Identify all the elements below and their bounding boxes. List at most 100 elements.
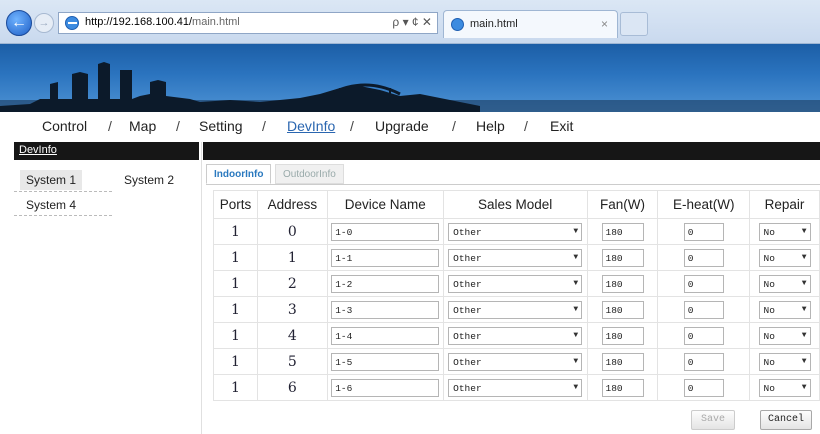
device-name-input[interactable]: 1-4 <box>331 326 440 345</box>
menu-separator: / <box>452 118 456 134</box>
fan-input[interactable]: 180 <box>601 378 644 397</box>
fan-input[interactable]: 180 <box>601 326 644 345</box>
repair-select[interactable]: No ▼ <box>758 274 811 293</box>
device-name-cell: 1-3 <box>326 296 444 323</box>
sales-model-select[interactable]: Other ▼ <box>448 248 583 267</box>
repair-select[interactable]: No ▼ <box>758 326 811 345</box>
forward-arrow-icon[interactable]: → <box>34 13 54 33</box>
repair-cell: No ▼ <box>749 296 820 323</box>
menu-help[interactable]: Help <box>476 118 505 134</box>
main-title-bar <box>203 142 820 160</box>
tab-indoorinfo[interactable]: IndoorInfo <box>206 164 272 184</box>
chevron-down-icon: ▼ <box>573 278 579 288</box>
chevron-down-icon: ▼ <box>573 330 579 340</box>
chevron-down-icon: ▼ <box>801 304 807 314</box>
repair-select[interactable]: No ▼ <box>758 378 811 397</box>
fan-cell: 180 <box>586 270 659 297</box>
eheat-input[interactable]: 0 <box>683 326 724 345</box>
panel-divider <box>201 142 202 434</box>
search-refresh-stop-icons[interactable]: ρ ▾ ¢ ✕ <box>392 15 432 29</box>
eheat-input[interactable]: 0 <box>683 248 724 267</box>
device-name-input[interactable]: 1-2 <box>331 274 440 293</box>
fan-cell: 180 <box>586 322 659 349</box>
device-name-cell: 1-5 <box>326 348 444 375</box>
fan-input[interactable]: 180 <box>601 300 644 319</box>
sales-model-cell: Other ▼ <box>442 218 588 245</box>
fan-input[interactable]: 180 <box>601 352 644 371</box>
device-name-input[interactable]: 1-1 <box>331 248 440 267</box>
port-value: 1 <box>230 223 240 240</box>
repair-value: No <box>763 356 775 368</box>
device-name-input[interactable]: 1-3 <box>331 300 440 319</box>
sales-model-select[interactable]: Other ▼ <box>448 378 583 397</box>
menu-control[interactable]: Control <box>42 118 87 134</box>
sales-model-cell: Other ▼ <box>442 270 588 297</box>
tab-outdoorinfo[interactable]: OutdoorInfo <box>275 164 344 184</box>
table-header-row: Ports Address Device Name Sales Model Fa… <box>213 190 820 219</box>
table-row: 1 4 1-4 Other ▼ 180 0 No ▼ <box>213 322 820 349</box>
sales-model-value: Other <box>453 226 482 238</box>
eheat-cell: 0 <box>657 374 751 401</box>
fan-cell: 180 <box>586 348 659 375</box>
eheat-input[interactable]: 0 <box>683 378 724 397</box>
repair-select[interactable]: No ▼ <box>758 300 811 319</box>
device-name-input[interactable]: 1-5 <box>331 352 440 371</box>
cancel-button[interactable]: Cancel <box>760 410 812 430</box>
tab-close-icon[interactable]: × <box>601 17 608 31</box>
address-value: 4 <box>287 327 297 344</box>
sales-model-select[interactable]: Other ▼ <box>448 222 583 241</box>
chevron-down-icon: ▼ <box>801 330 807 340</box>
sales-model-select[interactable]: Other ▼ <box>448 274 583 293</box>
header-banner <box>0 44 820 112</box>
fan-input[interactable]: 180 <box>601 248 644 267</box>
port-cell: 1 <box>213 348 258 375</box>
port-value: 1 <box>230 301 240 318</box>
chevron-down-icon: ▼ <box>573 304 579 314</box>
sales-model-cell: Other ▼ <box>442 322 588 349</box>
repair-select[interactable]: No ▼ <box>758 222 811 241</box>
header-fan: Fan(W) <box>586 190 659 219</box>
table-row: 1 0 1-0 Other ▼ 180 0 No ▼ <box>213 218 820 245</box>
sales-model-select[interactable]: Other ▼ <box>448 300 583 319</box>
header-eheat: E-heat(W) <box>657 190 751 219</box>
menu-exit[interactable]: Exit <box>550 118 573 134</box>
sidebar-item-system-1[interactable]: System 1 <box>20 170 83 190</box>
device-name-cell: 1-0 <box>326 218 444 245</box>
sidebar-item-system-4[interactable]: System 4 <box>20 195 82 215</box>
header-address: Address <box>256 190 328 219</box>
device-name-cell: 1-1 <box>326 244 444 271</box>
menu-setting[interactable]: Setting <box>199 118 243 134</box>
eheat-input[interactable]: 0 <box>683 300 724 319</box>
address-bar[interactable]: http://192.168.100.41/main.html ρ ▾ ¢ ✕ <box>58 12 438 34</box>
menu-upgrade[interactable]: Upgrade <box>375 118 429 134</box>
eheat-input[interactable]: 0 <box>683 222 724 241</box>
sales-model-select[interactable]: Other ▼ <box>448 326 583 345</box>
port-cell: 1 <box>213 244 258 271</box>
sales-model-select[interactable]: Other ▼ <box>448 352 583 371</box>
indoor-device-table: Ports Address Device Name Sales Model Fa… <box>213 190 820 401</box>
browser-tab[interactable]: main.html × <box>443 10 618 38</box>
fan-input[interactable]: 180 <box>601 222 644 241</box>
repair-select[interactable]: No ▼ <box>758 248 811 267</box>
repair-cell: No ▼ <box>749 374 820 401</box>
device-name-input[interactable]: 1-0 <box>331 222 440 241</box>
sidebar-item-system-2[interactable]: System 2 <box>118 170 180 190</box>
chevron-down-icon: ▼ <box>801 356 807 366</box>
device-name-input[interactable]: 1-6 <box>331 378 440 397</box>
header-repair: Repair <box>749 190 820 219</box>
city-skyline-image <box>0 62 820 112</box>
tab-underline <box>206 184 820 185</box>
save-button[interactable]: Save <box>691 410 735 430</box>
sales-model-value: Other <box>453 278 482 290</box>
menu-devinfo[interactable]: DevInfo <box>287 118 335 134</box>
address-cell: 0 <box>256 218 328 245</box>
repair-select[interactable]: No ▼ <box>758 352 811 371</box>
back-arrow-icon[interactable]: ← <box>6 10 32 36</box>
address-value: 5 <box>287 353 297 370</box>
repair-value: No <box>763 304 775 316</box>
new-tab-button[interactable] <box>620 12 648 36</box>
fan-input[interactable]: 180 <box>601 274 644 293</box>
menu-map[interactable]: Map <box>129 118 156 134</box>
eheat-input[interactable]: 0 <box>683 274 724 293</box>
eheat-input[interactable]: 0 <box>683 352 724 371</box>
